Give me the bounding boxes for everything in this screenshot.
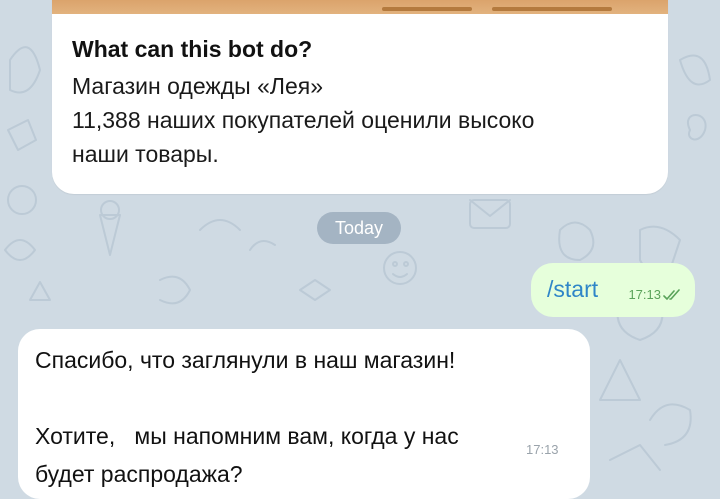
bot-card-description: Магазин одежды «Лея» 11,388 наших покупа… xyxy=(72,69,662,171)
bot-description-line: наши товары. xyxy=(72,141,219,167)
bot-description-line: Магазин одежды «Лея» xyxy=(72,73,324,99)
outgoing-message-bubble[interactable]: /start 17:13 xyxy=(531,263,695,317)
message-line: Хотите, мы напомним вам, когда у нас xyxy=(35,423,459,449)
start-command-link[interactable]: /start xyxy=(547,276,598,303)
message-meta: 17:13 xyxy=(628,287,683,302)
message-line: Спасибо, что заглянули в наш магазин! xyxy=(35,347,456,373)
date-separator: Today xyxy=(317,212,401,244)
double-check-icon xyxy=(663,288,680,300)
message-time: 17:13 xyxy=(628,287,661,302)
message-time: 17:13 xyxy=(526,442,559,457)
bot-description-card: What can this bot do? Магазин одежды «Ле… xyxy=(52,0,668,194)
incoming-message-text: Спасибо, что заглянули в наш магазин! Хо… xyxy=(35,341,580,493)
incoming-message-bubble[interactable]: Спасибо, что заглянули в наш магазин! Хо… xyxy=(18,329,590,499)
bot-cover-image xyxy=(52,0,668,14)
image-detail xyxy=(382,7,472,11)
bot-card-title: What can this bot do? xyxy=(72,36,313,62)
image-detail xyxy=(492,7,612,11)
message-line: будет распродажа? xyxy=(35,461,243,487)
bot-description-line: 11,388 наших покупателей оценили высоко xyxy=(72,107,535,133)
